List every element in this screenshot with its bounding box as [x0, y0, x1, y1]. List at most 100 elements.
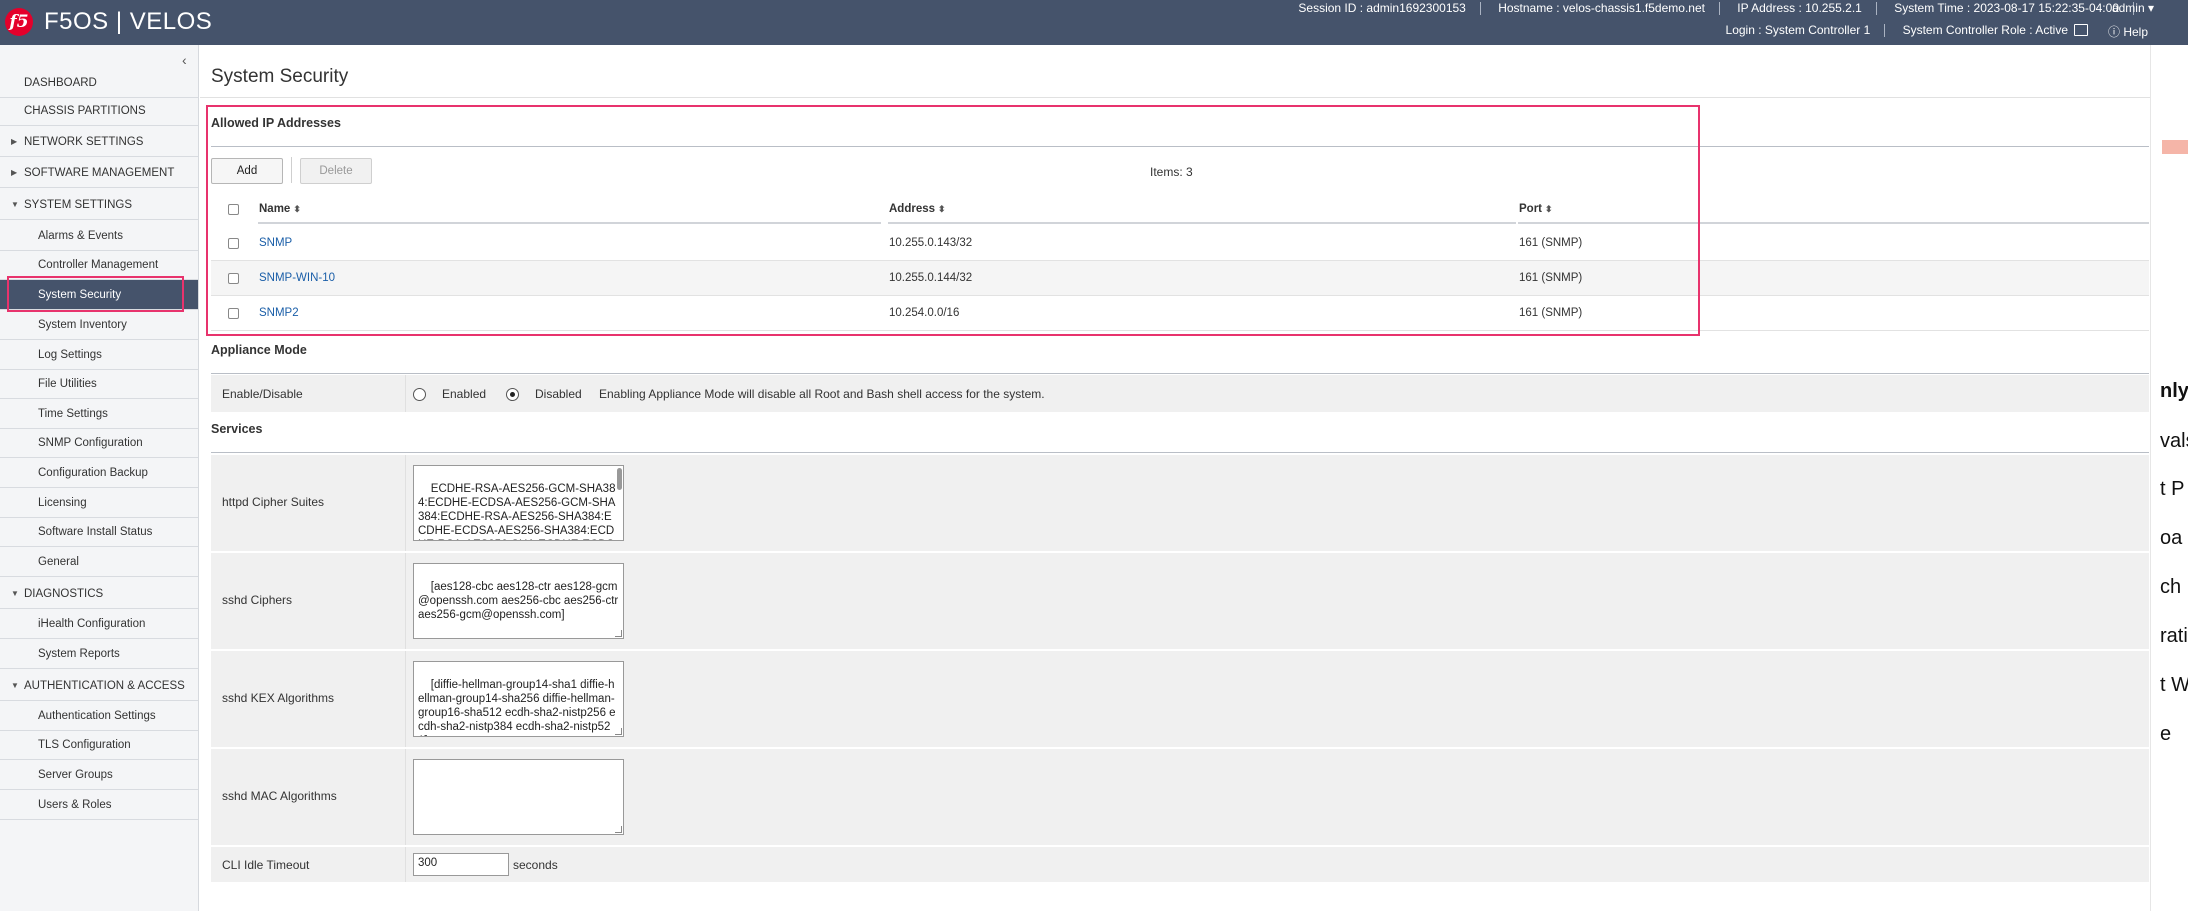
- header-role-row: Login : System Controller 1 System Contr…: [1712, 23, 2068, 38]
- textarea-value: [aes128-cbc aes128-ctr aes128-gcm@openss…: [418, 581, 622, 621]
- cli-timeout-row: CLI Idle Timeout 300 seconds: [211, 847, 2149, 883]
- disabled-label[interactable]: Disabled: [535, 387, 582, 401]
- nav-authentication-settings[interactable]: Authentication Settings: [0, 701, 198, 731]
- user-menu[interactable]: admin ▾: [2112, 1, 2154, 15]
- background-text: ch: [2160, 576, 2182, 598]
- nav-diagnostics[interactable]: ▼ DIAGNOSTICS: [0, 579, 198, 609]
- top-header: f5 F5OS | VELOS Session ID : admin169230…: [0, 0, 2188, 45]
- caret-right-icon: ▶: [11, 137, 18, 146]
- nav-time-settings[interactable]: Time Settings: [0, 399, 198, 429]
- ip-address: IP Address : 10.255.2.1: [1737, 1, 1862, 15]
- help-label[interactable]: Help: [2123, 25, 2148, 39]
- nav-system-settings[interactable]: ▼ SYSTEM SETTINGS: [0, 190, 198, 220]
- documentation-icon[interactable]: [2074, 24, 2088, 36]
- appliance-mode-note: Enabling Appliance Mode will disable all…: [599, 387, 1045, 401]
- caret-right-icon: ▶: [11, 168, 18, 177]
- background-accent: [2162, 140, 2188, 154]
- nav-label: NETWORK SETTINGS: [24, 136, 144, 148]
- collapse-sidebar-icon[interactable]: ‹: [182, 52, 187, 68]
- textarea-value: ECDHE-RSA-AES256-GCM-SHA384:ECDHE-ECDSA-…: [418, 483, 616, 540]
- enabled-radio[interactable]: [413, 388, 426, 401]
- product-name: F5OS | VELOS: [44, 8, 213, 35]
- httpd-cipher-label: httpd Cipher Suites: [222, 495, 325, 509]
- sshd-ciphers-textarea[interactable]: [aes128-cbc aes128-ctr aes128-gcm@openss…: [413, 563, 624, 639]
- nav-general[interactable]: General: [0, 547, 198, 577]
- header-info-row: Session ID : admin1692300153 Hostname : …: [1284, 1, 2134, 16]
- nav-users-roles[interactable]: Users & Roles: [0, 790, 198, 820]
- httpd-cipher-row: httpd Cipher Suites ECDHE-RSA-AES256-GCM…: [211, 455, 2149, 552]
- cli-timeout-label: CLI Idle Timeout: [222, 858, 310, 872]
- hostname: Hostname : velos-chassis1.f5demo.net: [1498, 1, 1705, 15]
- help-icon: ⓘ: [2107, 25, 2120, 39]
- nav-dashboard[interactable]: DASHBOARD: [0, 68, 198, 98]
- system-time: System Time : 2023-08-17 15:22:35-04:00: [1894, 1, 2119, 15]
- section-divider: [211, 452, 2149, 453]
- nav-log-settings[interactable]: Log Settings: [0, 340, 198, 370]
- title-divider: [200, 97, 2150, 98]
- sshd-kex-label: sshd KEX Algorithms: [222, 691, 335, 705]
- sshd-mac-label: sshd MAC Algorithms: [222, 789, 337, 803]
- appliance-mode-row: Enable/Disable Enabled Disabled Enabling…: [211, 375, 2149, 413]
- background-text: t W: [2160, 674, 2188, 696]
- nav-alarms-events[interactable]: Alarms & Events: [0, 221, 198, 251]
- sshd-ciphers-label: sshd Ciphers: [222, 593, 293, 607]
- nav-ihealth-configuration[interactable]: iHealth Configuration: [0, 609, 198, 639]
- nav-software-install-status[interactable]: Software Install Status: [0, 517, 198, 547]
- nav-tls-configuration[interactable]: TLS Configuration: [0, 730, 198, 760]
- sshd-mac-textarea[interactable]: [413, 759, 624, 835]
- nav-chassis-partitions[interactable]: CHASSIS PARTITIONS: [0, 96, 198, 126]
- login-info: Login : System Controller 1: [1725, 23, 1871, 37]
- label-divider: [405, 847, 406, 882]
- textarea-scrollbar[interactable]: [617, 468, 622, 490]
- background-text: oa: [2160, 527, 2183, 549]
- session-id: Session ID : admin1692300153: [1298, 1, 1466, 15]
- label-divider: [405, 455, 406, 551]
- enabled-label[interactable]: Enabled: [442, 387, 486, 401]
- disabled-radio[interactable]: [506, 388, 519, 401]
- nav-label: SOFTWARE MANAGEMENT: [24, 167, 175, 179]
- f5-logo[interactable]: f5: [5, 8, 33, 36]
- httpd-cipher-textarea[interactable]: ECDHE-RSA-AES256-GCM-SHA384:ECDHE-ECDSA-…: [413, 465, 624, 541]
- resize-handle[interactable]: [615, 630, 622, 637]
- user-name[interactable]: admin ▾: [2112, 1, 2154, 15]
- nav-software-management[interactable]: ▶ SOFTWARE MANAGEMENT: [0, 158, 198, 188]
- section-divider: [211, 373, 2149, 374]
- background-text: e: [2160, 723, 2172, 745]
- nav-snmp-configuration[interactable]: SNMP Configuration: [0, 428, 198, 458]
- nav-label: AUTHENTICATION & ACCESS: [24, 680, 185, 692]
- sshd-mac-row: sshd MAC Algorithms: [211, 749, 2149, 846]
- nav-network-settings[interactable]: ▶ NETWORK SETTINGS: [0, 127, 198, 157]
- cli-timeout-input[interactable]: 300: [413, 853, 509, 876]
- nav-label: SYSTEM SETTINGS: [24, 199, 132, 211]
- label-divider: [405, 651, 406, 747]
- sshd-kex-row: sshd KEX Algorithms [diffie-hellman-grou…: [211, 651, 2149, 748]
- sshd-kex-textarea[interactable]: [diffie-hellman-group14-sha1 diffie-hell…: [413, 661, 624, 737]
- nav-label: DIAGNOSTICS: [24, 588, 104, 600]
- nav-server-groups[interactable]: Server Groups: [0, 760, 198, 790]
- caret-down-icon: ▼: [11, 681, 19, 690]
- main-edge-divider: [2150, 45, 2151, 911]
- help-link[interactable]: ⓘ Help: [2108, 23, 2148, 40]
- label-divider: [405, 553, 406, 649]
- textarea-value: [diffie-hellman-group14-sha1 diffie-hell…: [418, 679, 616, 736]
- page-title: System Security: [211, 66, 349, 87]
- resize-handle[interactable]: [615, 728, 622, 735]
- background-text: vals: [2160, 430, 2188, 452]
- caret-down-icon: ▼: [11, 589, 19, 598]
- background-text: t P: [2160, 478, 2185, 500]
- nav-configuration-backup[interactable]: Configuration Backup: [0, 458, 198, 488]
- nav-licensing[interactable]: Licensing: [0, 488, 198, 518]
- nav-system-inventory[interactable]: System Inventory: [0, 310, 198, 340]
- background-text: rati: [2160, 625, 2188, 647]
- appliance-mode-title: Appliance Mode: [211, 343, 307, 357]
- resize-handle[interactable]: [615, 826, 622, 833]
- caret-down-icon: ▼: [11, 200, 19, 209]
- nav-authentication-access[interactable]: ▼ AUTHENTICATION & ACCESS: [0, 671, 198, 701]
- label-divider: [405, 749, 406, 845]
- nav-system-reports[interactable]: System Reports: [0, 639, 198, 669]
- background-text: nly: [2160, 380, 2188, 402]
- sidebar-highlight-box: [7, 276, 184, 312]
- nav-file-utilities[interactable]: File Utilities: [0, 369, 198, 399]
- services-title: Services: [211, 422, 263, 436]
- enable-disable-label: Enable/Disable: [222, 387, 303, 401]
